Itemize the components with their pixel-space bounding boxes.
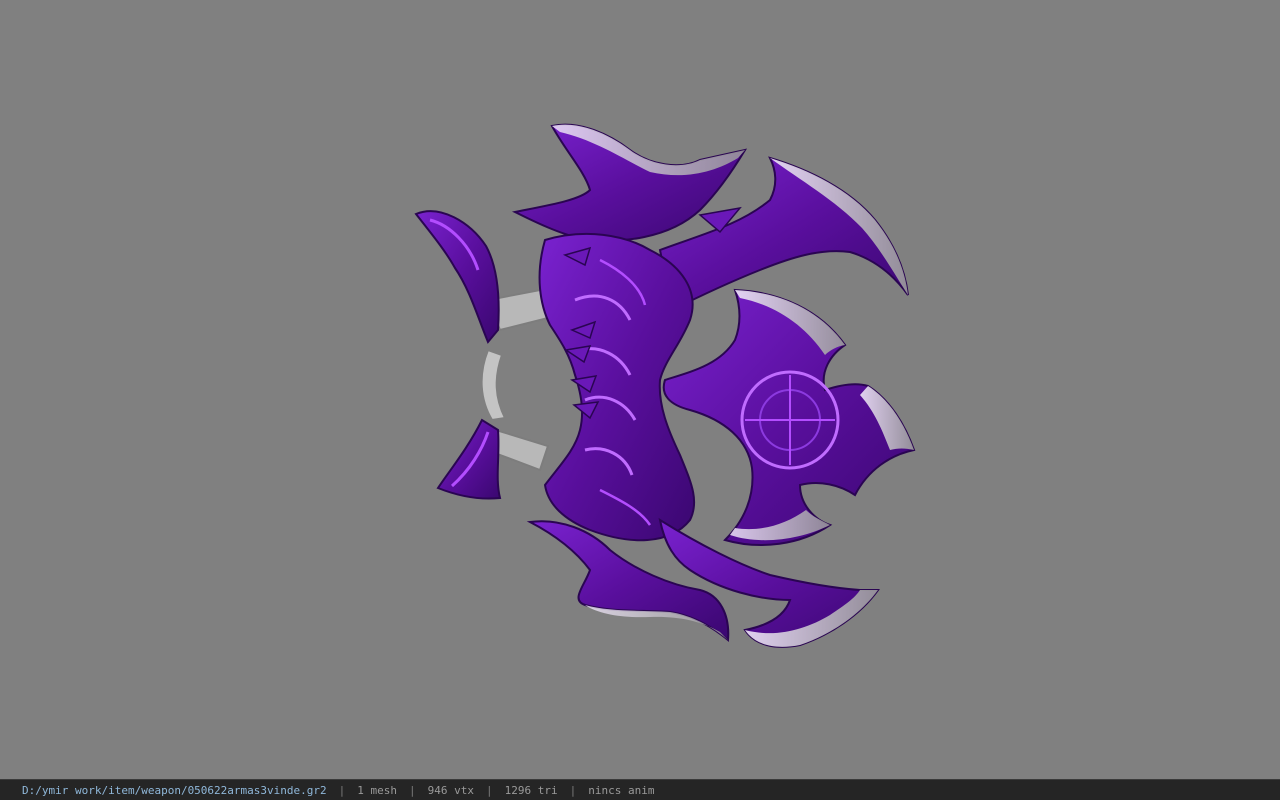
status-bar: D:/ymir work/item/weapon/050622armas3vin…	[0, 779, 1280, 800]
status-separator: |	[409, 783, 416, 797]
status-separator: |	[338, 783, 346, 797]
left-upper-prong	[414, 210, 500, 344]
vertex-count-text: 946 vtx	[427, 783, 474, 797]
left-lower-prong	[436, 418, 502, 500]
weapon-model-render[interactable]	[0, 0, 1280, 779]
triangle-count-text: 1296 tri	[504, 783, 558, 797]
mesh-count-text: 1 mesh	[357, 783, 398, 797]
animation-status-text: nincs anim	[588, 783, 655, 797]
status-separator: |	[486, 783, 493, 797]
status-separator: |	[569, 783, 577, 797]
right-crescent-head	[662, 288, 916, 546]
file-path-text: D:/ymir work/item/weapon/050622armas3vin…	[22, 783, 327, 797]
3d-viewport[interactable]	[0, 0, 1280, 779]
